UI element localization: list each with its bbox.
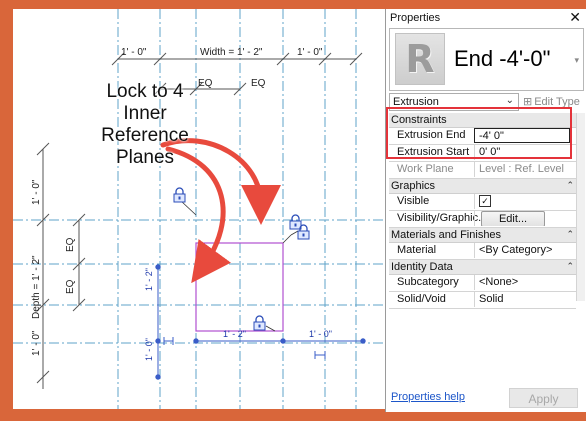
callout-line-1: Lock to 4 <box>106 81 184 102</box>
lock-icon-top-left[interactable] <box>173 187 186 203</box>
section-graphics[interactable]: Graphics ⌃ <box>389 179 576 194</box>
temp-dim-bottom-b[interactable]: 1' - 0" <box>309 329 332 339</box>
extrusion-end-input[interactable]: -4' 0" <box>474 128 570 143</box>
type-selector[interactable]: R End -4'-0" ▾ <box>389 28 584 91</box>
dim-left-bottom[interactable]: 1' - 0" <box>31 330 42 356</box>
solid-void-value[interactable]: Solid <box>474 292 570 307</box>
row-subcategory: Subcategory <None> <box>389 275 576 292</box>
callout-line-4: Planes <box>115 147 175 168</box>
section-label: Graphics <box>391 180 436 192</box>
temp-dim-vertical-a[interactable]: 1' - 2" <box>144 268 154 291</box>
element-filter-value: Extrusion <box>393 96 439 108</box>
param-label: Extrusion End <box>397 129 466 141</box>
section-label: Materials and Finishes <box>391 229 502 241</box>
section-label: Identity Data <box>391 261 453 273</box>
temp-dim-bottom-a[interactable]: 1' - 2" <box>223 329 246 339</box>
param-label: Material <box>397 244 437 256</box>
panel-title: Properties <box>390 12 441 24</box>
properties-scrollbar[interactable] <box>576 113 585 301</box>
temp-dim-vertical-b[interactable]: 1' - 0" <box>144 338 154 361</box>
dim-top-left[interactable]: 1' - 0" <box>121 47 147 58</box>
chevron-down-icon[interactable]: ⌄ <box>506 95 514 106</box>
apply-button[interactable]: Apply <box>509 388 578 408</box>
collapse-icon[interactable]: ⌃ <box>566 261 574 272</box>
visible-checkbox[interactable]: ✓ <box>479 195 491 207</box>
edit-type-label: Edit Type <box>534 96 580 108</box>
row-extrusion-start: Extrusion Start 0' 0" <box>389 145 576 162</box>
extrusion-start-input[interactable]: 0' 0" <box>474 145 570 160</box>
section-identity-data[interactable]: Identity Data ⌃ <box>389 260 576 275</box>
lock-icon-top-right[interactable] <box>289 214 302 230</box>
row-visibility-graphics: Visibility/Graphic... Edit... <box>389 211 576 228</box>
properties-help-link[interactable]: Properties help <box>391 391 465 403</box>
section-constraints[interactable]: Constraints <box>389 113 576 128</box>
dim-eq-left-b[interactable]: EQ <box>65 279 76 294</box>
param-label: Subcategory <box>397 276 459 288</box>
row-work-plane: Work Plane Level : Ref. Level <box>389 162 576 179</box>
lock-icon-right[interactable] <box>297 224 310 240</box>
close-icon[interactable]: ✕ <box>569 9 581 26</box>
edit-type-icon: ⊞ <box>523 96 533 108</box>
callout-line-2: Inner <box>123 103 167 124</box>
param-label: Extrusion Start <box>397 146 470 158</box>
param-label: Work Plane <box>397 163 454 175</box>
material-value[interactable]: <By Category> <box>474 243 570 258</box>
param-label: Visible <box>397 195 430 207</box>
callout-line-3: Reference <box>101 125 189 146</box>
param-label: Solid/Void <box>397 293 446 305</box>
callout-text: Lock to 4 Inner Reference Planes <box>65 81 225 169</box>
logo-letter: R <box>405 37 435 81</box>
properties-grid: Constraints Extrusion End -4' 0" Extrusi… <box>389 113 576 309</box>
section-materials[interactable]: Materials and Finishes ⌃ <box>389 228 576 243</box>
type-name: End -4'-0" <box>454 46 551 71</box>
row-extrusion-end: Extrusion End -4' 0" <box>389 128 576 145</box>
lock-icon-bottom[interactable] <box>253 315 266 331</box>
section-label: Constraints <box>391 114 447 126</box>
visibility-edit-button[interactable]: Edit... <box>481 211 545 226</box>
collapse-icon[interactable]: ⌃ <box>566 180 574 191</box>
work-plane-value: Level : Ref. Level <box>474 162 570 177</box>
dim-depth[interactable]: Depth = 1' - 2" <box>31 255 42 319</box>
row-visible: Visible ✓ <box>389 194 576 211</box>
dim-top-right[interactable]: 1' - 0" <box>297 47 323 58</box>
dim-eq-top-b[interactable]: EQ <box>251 78 266 89</box>
dim-left-top[interactable]: 1' - 0" <box>31 179 42 205</box>
properties-panel: Properties ✕ R End -4'-0" ▾ Extrusion ⌄ … <box>385 9 586 412</box>
left-dimension-lines <box>36 142 86 389</box>
dim-eq-left-a[interactable]: EQ <box>65 237 76 252</box>
edit-type-button[interactable]: ⊞ Edit Type <box>523 95 580 108</box>
row-solid-void: Solid/Void Solid <box>389 292 576 309</box>
element-filter-dropdown[interactable]: Extrusion ⌄ <box>389 93 519 111</box>
row-material: Material <By Category> <box>389 243 576 260</box>
family-logo-icon: R <box>395 33 445 85</box>
dim-width[interactable]: Width = 1' - 2" <box>200 47 263 58</box>
chevron-down-icon[interactable]: ▾ <box>574 55 579 66</box>
subcategory-value[interactable]: <None> <box>474 275 570 290</box>
collapse-icon[interactable]: ⌃ <box>566 229 574 240</box>
